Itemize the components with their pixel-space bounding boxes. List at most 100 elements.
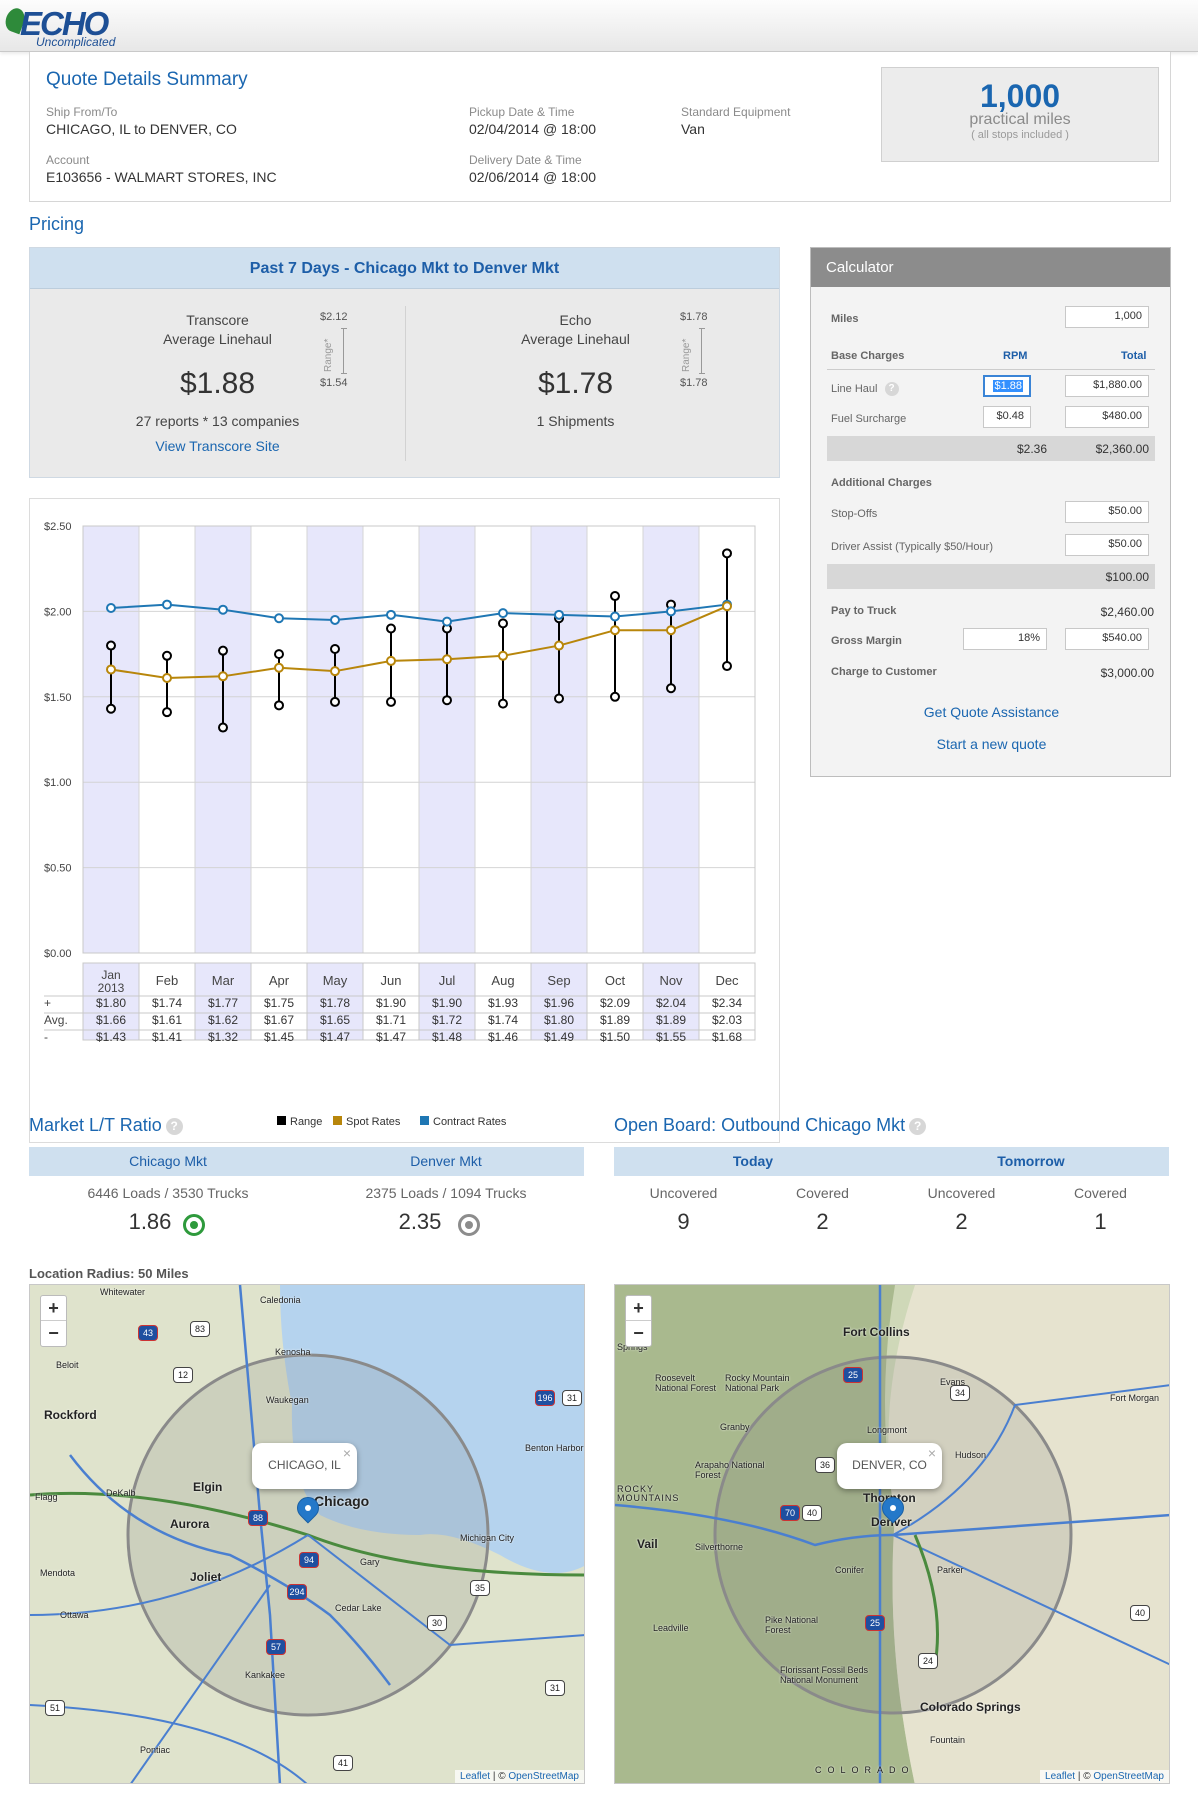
start-new-quote-link[interactable]: Start a new quote	[811, 736, 1172, 752]
map-attribution: Leaflet | © OpenStreetMap	[1040, 1770, 1169, 1783]
denver-map[interactable]: Fort Collins Evans Fort Morgan Longmont …	[614, 1284, 1170, 1784]
range-low-point	[442, 695, 452, 706]
openstreetmap-link[interactable]: OpenStreetMap	[1093, 1771, 1164, 1782]
help-icon[interactable]: ?	[884, 382, 899, 396]
zoom-in-button[interactable]: +	[626, 1296, 651, 1321]
table-cell: $1.55	[656, 1030, 686, 1044]
zoom-out-button[interactable]: −	[41, 1321, 66, 1346]
table-cell: $2.09	[600, 996, 630, 1010]
plot-band	[531, 526, 587, 953]
x-tick-label: 2013	[98, 981, 125, 995]
close-icon[interactable]: ×	[343, 1431, 351, 1475]
map-label: Aurora	[170, 1517, 210, 1531]
y-tick-label: $2.50	[44, 521, 72, 533]
highway-shield: 57	[266, 1639, 286, 1655]
series-point	[498, 608, 508, 619]
plot-band	[643, 526, 699, 953]
map-label: Whitewater	[100, 1287, 146, 1297]
echo-label: Average Linehaul	[521, 331, 630, 347]
table-cell: $2.03	[712, 1013, 742, 1027]
tomorrow-uncovered-count: 2	[955, 1209, 968, 1234]
line-haul-total-input[interactable]: $1,880.00	[1065, 375, 1149, 397]
zoom-out-button[interactable]: −	[626, 1321, 651, 1346]
range-low-point	[218, 722, 228, 733]
account-label: Account	[46, 153, 90, 167]
help-icon[interactable]: ?	[165, 1117, 183, 1135]
leaflet-link[interactable]: Leaflet	[1045, 1771, 1075, 1782]
pickup-value: 02/04/2014 @ 18:00	[469, 121, 597, 137]
plot-band	[363, 526, 419, 953]
today-uncovered-label: Uncovered	[649, 1185, 718, 1201]
x-tick-label: Nov	[659, 973, 683, 988]
get-quote-assistance-link[interactable]: Get Quote Assistance	[811, 704, 1172, 720]
range-high-point	[162, 650, 172, 661]
highway-shield: 24	[918, 1653, 938, 1669]
line-haul-label: Line Haul	[831, 382, 878, 395]
line-haul-rpm-input[interactable]: $1.88	[983, 375, 1031, 397]
x-tick-label: Feb	[156, 973, 178, 988]
series-point	[610, 611, 620, 622]
series-point	[498, 650, 508, 661]
chicago-stats: 6446 Loads / 3530 Trucks	[87, 1185, 249, 1201]
transcore-high: $2.12	[320, 311, 348, 323]
echo-range-label: Range*	[681, 338, 692, 372]
leaflet-link[interactable]: Leaflet	[460, 1771, 490, 1782]
denver-stats: 2375 Loads / 1094 Trucks	[365, 1185, 527, 1201]
fuel-rpm-input[interactable]: $0.48	[983, 406, 1031, 428]
range-low-point	[554, 693, 564, 704]
total-label: Total	[1121, 350, 1147, 362]
highway-shield: 31	[562, 1390, 582, 1406]
stop-offs-input[interactable]: $50.00	[1065, 501, 1149, 523]
miles-input[interactable]: 1,000	[1065, 306, 1149, 328]
tab-chicago-mkt[interactable]: Chicago Mkt	[29, 1147, 307, 1176]
highway-shield: 196	[535, 1390, 555, 1406]
chicago-map[interactable]: Whitewater Caledonia Kenosha Waukegan Be…	[29, 1284, 585, 1784]
table-cell: $2.04	[656, 996, 686, 1010]
tab-today[interactable]: Today	[614, 1147, 892, 1176]
pay-to-truck-value: $2,460.00	[1100, 605, 1154, 619]
calculator-title: Calculator	[811, 248, 1170, 287]
transcore-range-bar	[341, 328, 347, 374]
legend-swatch	[420, 1116, 429, 1125]
view-transcore-link[interactable]: View Transcore Site	[30, 438, 405, 454]
pricing-title: Pricing	[29, 214, 85, 234]
additional-subtotal-value: $100.00	[1105, 570, 1149, 584]
gross-margin-percent-input[interactable]: 18%	[963, 628, 1047, 650]
series-point	[162, 673, 172, 684]
table-cell: $1.46	[488, 1030, 518, 1044]
plot-band	[419, 526, 475, 953]
highway-shield: 41	[333, 1755, 353, 1771]
y-tick-label: $1.00	[44, 777, 72, 789]
table-cell: $1.48	[432, 1030, 462, 1044]
echo-high: $1.78	[680, 311, 708, 323]
gross-margin-value-input[interactable]: $540.00	[1065, 628, 1149, 650]
tab-tomorrow[interactable]: Tomorrow	[892, 1147, 1170, 1176]
close-icon[interactable]: ×	[928, 1431, 936, 1475]
chicago-ratio: 1.86	[128, 1209, 172, 1234]
range-high-point	[218, 645, 228, 656]
series-point	[106, 602, 116, 613]
location-radius-label: Location Radius: 50 Miles	[29, 1266, 189, 1281]
x-tick-label: Jan	[101, 968, 120, 982]
openstreetmap-link[interactable]: OpenStreetMap	[508, 1771, 579, 1782]
transcore-name: Transcore	[186, 312, 249, 328]
zoom-in-button[interactable]: +	[41, 1296, 66, 1321]
highway-shield: 43	[138, 1325, 158, 1341]
y-tick-label: $1.50	[44, 692, 72, 704]
tab-denver-mkt[interactable]: Denver Mkt	[307, 1147, 585, 1176]
y-tick-label: $0.00	[44, 948, 72, 960]
driver-assist-input[interactable]: $50.00	[1065, 534, 1149, 556]
range-high-point	[498, 618, 508, 629]
quote-summary: Quote Details Summary Ship From/To CHICA…	[29, 52, 1171, 202]
target-green-icon	[183, 1214, 205, 1236]
fuel-total-input[interactable]: $480.00	[1065, 406, 1149, 428]
x-tick-label: Jun	[381, 973, 402, 988]
plot-band	[83, 526, 139, 953]
map-label: Fort Morgan	[1110, 1393, 1160, 1403]
help-icon[interactable]: ?	[909, 1117, 927, 1135]
x-tick-label: Dec	[715, 973, 739, 988]
pickup-label: Pickup Date & Time	[469, 105, 575, 119]
map-label: Fountain	[930, 1735, 966, 1745]
delivery-label: Delivery Date & Time	[469, 153, 582, 167]
x-tick-label: Jul	[439, 973, 456, 988]
